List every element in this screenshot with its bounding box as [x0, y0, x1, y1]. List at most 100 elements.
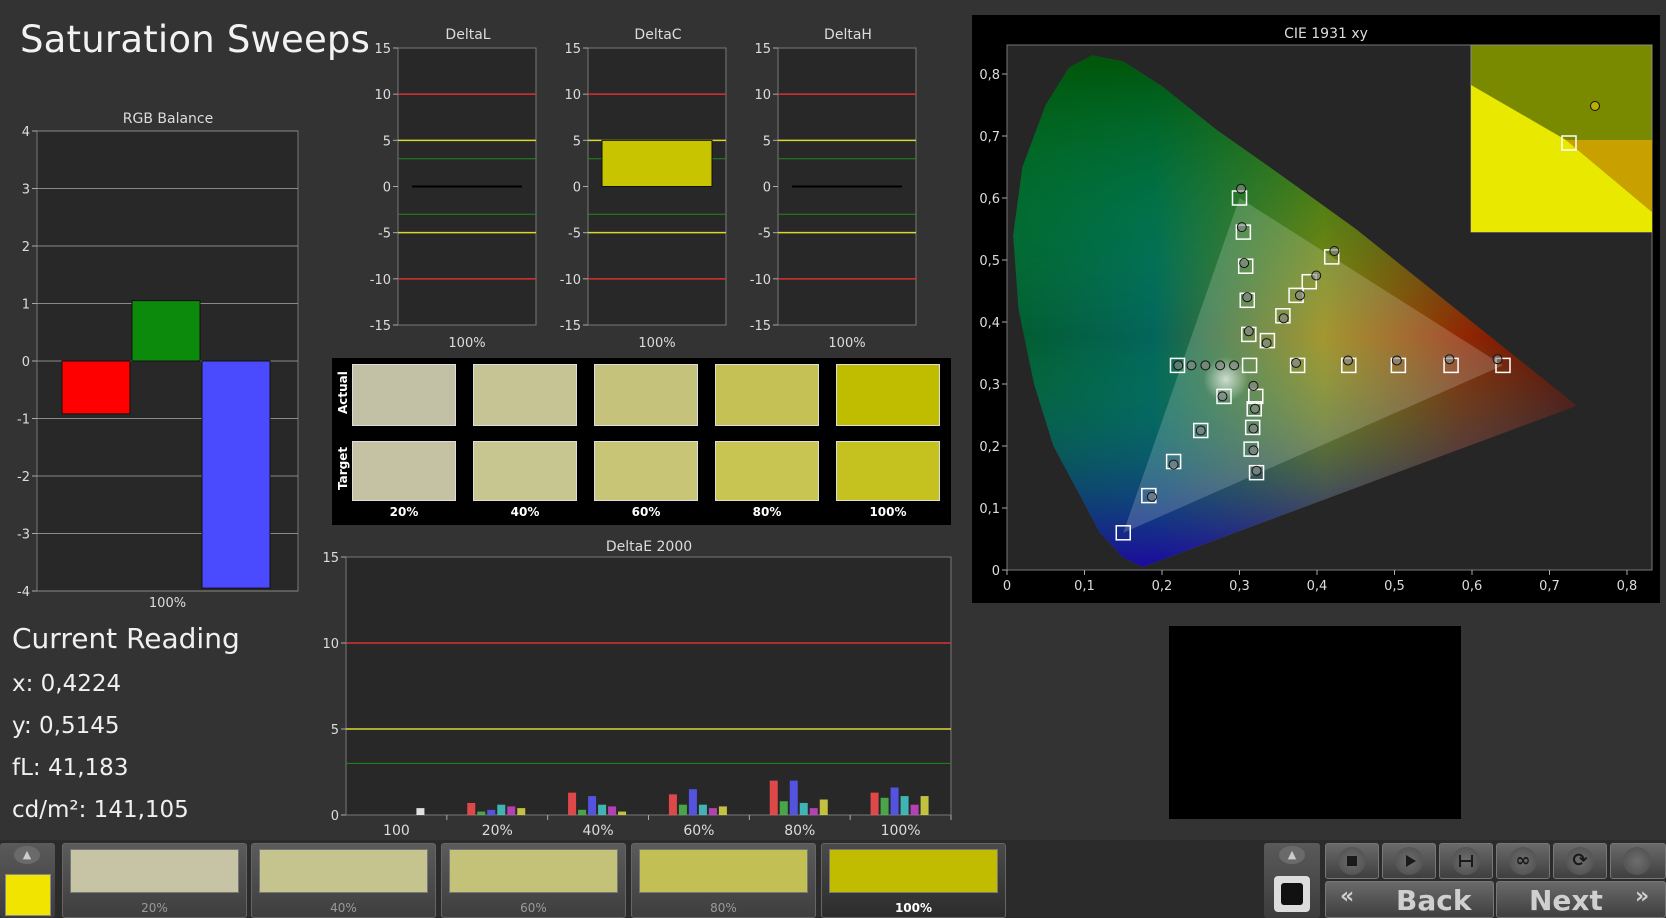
cie-x-tick-label: 0,5 — [1384, 579, 1405, 594]
reading-dot — [1278, 313, 1289, 324]
sweep-tile-swatch — [259, 849, 428, 893]
actual-row-label: Actual — [336, 371, 350, 414]
zoom-reading-dot — [1590, 101, 1600, 111]
sweep-tile-label: 100% — [894, 901, 933, 915]
back-chevron-icon: « — [1340, 884, 1355, 909]
deltae-tick-label: 15 — [322, 551, 339, 566]
swatch-label: 60% — [631, 505, 661, 519]
cie-y-tick-label: 0,1 — [979, 502, 1000, 517]
sweep-tile[interactable]: 100% — [821, 843, 1006, 918]
deltae-bar — [779, 801, 788, 815]
cie-x-tick-label: 0 — [1003, 579, 1011, 594]
swatch-label: 80% — [752, 505, 782, 519]
cie-y-tick-label: 0,6 — [979, 192, 1000, 207]
target-swatch — [715, 441, 819, 501]
sweep-tile-swatch — [829, 849, 998, 893]
delta-tick-label: -10 — [370, 273, 391, 288]
target-swatch — [473, 441, 577, 501]
delta-tick-label: -5 — [378, 227, 391, 242]
reading-cdm2: cd/m²: 141,105 — [12, 797, 189, 823]
sweep-tile[interactable]: 60% — [441, 843, 626, 918]
reading-dot — [1329, 246, 1340, 257]
rgb-tick-label: 0 — [22, 355, 30, 370]
deltae-bar — [789, 780, 798, 815]
continuous-button[interactable]: ∞ — [1496, 843, 1550, 879]
deltae-bar — [688, 789, 697, 815]
actual-swatch — [473, 364, 577, 426]
actual-swatch — [594, 364, 698, 426]
reading-dot — [1444, 354, 1455, 365]
sweep-tile[interactable]: 40% — [251, 843, 436, 918]
rgb-x-label: 100% — [149, 596, 186, 611]
play-button[interactable] — [1382, 843, 1436, 879]
sweep-tile-label: 60% — [520, 901, 547, 915]
deltae-bar — [608, 806, 617, 815]
delta-x-label: 100% — [828, 336, 865, 350]
rgb-tick-label: -2 — [17, 470, 30, 485]
sweep-tile-swatch — [70, 849, 239, 893]
rgb-bar-red — [61, 360, 131, 415]
reading-dot — [1492, 354, 1503, 365]
reading-dot — [1391, 355, 1402, 366]
stop-icon — [1338, 847, 1366, 875]
rgb-tick-label: 2 — [22, 240, 30, 255]
cie-y-tick-label: 0,3 — [979, 378, 1000, 393]
rgb-bar-blue — [201, 360, 271, 589]
options-button[interactable] — [1610, 843, 1666, 879]
reading-dot — [1248, 423, 1259, 434]
deltae-bar — [870, 792, 879, 815]
deltae-bar — [517, 808, 526, 815]
stop-square-icon — [1281, 883, 1303, 905]
deltae-cat-label: 80% — [784, 823, 815, 839]
sweep-tile[interactable]: 20% — [62, 843, 247, 918]
measure-range-button[interactable] — [1439, 843, 1493, 879]
stop-button[interactable] — [1325, 843, 1379, 879]
rgb-tick-label: 1 — [22, 298, 30, 313]
deltae-bar — [598, 804, 607, 815]
deltae-tick-label: 0 — [331, 809, 339, 824]
deltae-bar — [900, 796, 909, 815]
next-button[interactable]: Next » — [1496, 881, 1666, 918]
rgb-bar-green — [131, 300, 201, 362]
delta-x-label: 100% — [448, 336, 485, 350]
delta-tick-label: 5 — [573, 134, 581, 149]
reading-dot — [1215, 360, 1226, 371]
rgb-balance-title: RGB Balance — [122, 111, 214, 127]
refresh-button[interactable]: ⟳ — [1553, 843, 1607, 879]
deltae-bar — [678, 804, 687, 815]
reading-x: x: 0,4224 — [12, 671, 122, 697]
actual-swatch — [352, 364, 456, 426]
deltae-bar — [477, 811, 486, 815]
reading-dot — [1242, 292, 1253, 303]
expand-up-icon[interactable]: ▲ — [1279, 846, 1305, 864]
deltae-bar — [578, 809, 587, 815]
deltae-bar — [698, 804, 707, 815]
delta-tick-label: -15 — [750, 319, 771, 334]
reading-dot — [1195, 425, 1206, 436]
delta-tick-label: 5 — [763, 134, 771, 149]
deltae-bar — [588, 796, 597, 815]
reading-fl: fL: 41,183 — [12, 755, 129, 781]
delta-tick-label: -10 — [560, 273, 581, 288]
cie-y-tick-label: 0,8 — [979, 68, 1000, 83]
reading-dot — [1236, 183, 1247, 194]
swatch-label: 100% — [869, 505, 907, 519]
stop-large-button[interactable] — [1274, 876, 1310, 912]
collapse-up-icon[interactable]: ▲ — [14, 846, 40, 864]
reading-dot — [1248, 445, 1259, 456]
reading-dot — [1311, 270, 1322, 281]
deltae-bar — [809, 808, 818, 815]
deltae-cat-label: 60% — [683, 823, 714, 839]
back-button[interactable]: « Back — [1325, 881, 1494, 918]
delta-tick-label: 0 — [573, 181, 581, 196]
blank-icon — [1623, 847, 1651, 875]
deltae-bar — [880, 797, 889, 815]
deltae-cat-label: 20% — [482, 823, 513, 839]
rgb-tick-label: 3 — [22, 183, 30, 198]
swatch-label: 20% — [389, 505, 419, 519]
cie-x-tick-label: 0,2 — [1152, 579, 1173, 594]
sweep-tile[interactable]: 80% — [631, 843, 816, 918]
target-swatch — [836, 441, 940, 501]
reading-dot — [1239, 258, 1250, 269]
rgb-balance-chart: 4 3 2 1 0 -1 -2 -3 -4 100% — [17, 126, 299, 611]
